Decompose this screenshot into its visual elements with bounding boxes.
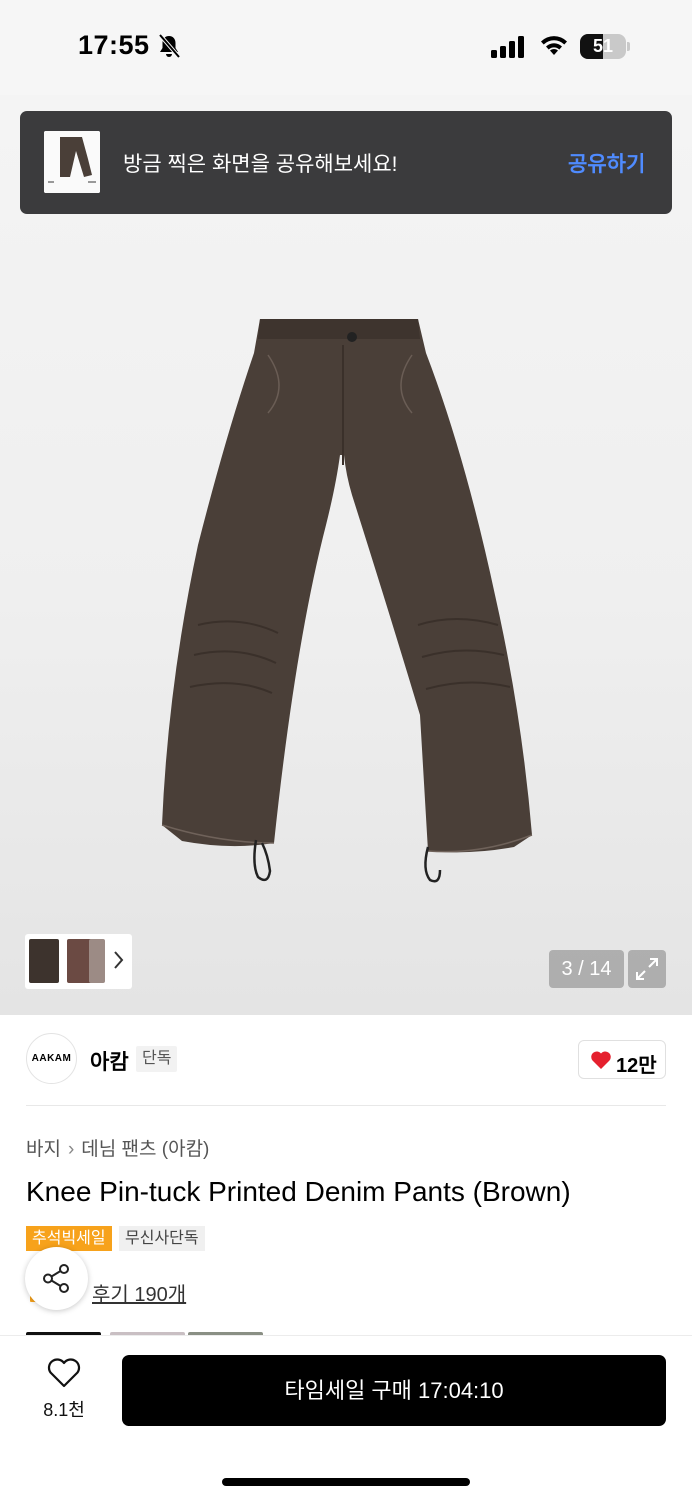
brand-like-button[interactable]: 12만 [578, 1040, 666, 1079]
share-button[interactable] [25, 1247, 88, 1310]
sale-badge: 추석빅세일 [26, 1226, 112, 1251]
buy-button[interactable]: 타임세일 구매 17:04:10 [122, 1355, 666, 1426]
wifi-icon [538, 33, 570, 62]
thumbnail-strip[interactable] [25, 934, 132, 989]
battery-level: 51 [592, 36, 614, 56]
toast-share-button[interactable]: 공유하기 [568, 148, 645, 178]
thumbnail-image[interactable] [89, 939, 105, 983]
battery-icon: 51 [580, 34, 630, 59]
status-time: 17:55 [78, 30, 150, 60]
review-link[interactable]: 후기 190개 [92, 1278, 186, 1307]
product-image [161, 319, 533, 883]
signal-icon [491, 36, 525, 63]
breadcrumb-category[interactable]: 바지 [26, 1139, 61, 1160]
heart-icon[interactable] [47, 1358, 81, 1393]
product-title: Knee Pin-tuck Printed Denim Pants (Brown… [26, 1176, 571, 1207]
heart-icon [590, 1050, 612, 1075]
brand-name[interactable]: 아캄 [90, 1046, 129, 1076]
breadcrumb-subcategory[interactable]: 데님 팬츠 (아캄) [81, 1139, 209, 1160]
screenshot-thumbnail[interactable] [44, 131, 100, 193]
brand-logo[interactable]: AAKAM [26, 1033, 77, 1084]
chevron-right-icon[interactable] [113, 949, 125, 977]
wishlist-count: 8.1천 [43, 1400, 85, 1420]
divider [26, 1105, 666, 1106]
status-bar: 17:55 51 [0, 0, 692, 95]
chevron-right-icon: › [67, 1139, 75, 1160]
product-image-gallery[interactable] [0, 95, 692, 1015]
bell-slash-icon [157, 33, 181, 64]
like-count: 12만 [616, 1055, 657, 1077]
breadcrumb: 바지 › 데님 팬츠 (아캄) [26, 1134, 209, 1161]
share-toast: 방금 찍은 화면을 공유해보세요! 공유하기 [20, 111, 672, 214]
toast-message: 방금 찍은 화면을 공유해보세요! [123, 153, 398, 176]
thumbnail-image[interactable] [29, 939, 59, 983]
expand-icon[interactable] [628, 950, 666, 988]
image-counter: 3 / 14 [549, 950, 624, 988]
exclusive-badge: 무신사단독 [119, 1226, 205, 1251]
share-icon [43, 1264, 69, 1293]
exclusive-badge: 단독 [136, 1046, 178, 1072]
home-indicator [222, 1478, 470, 1486]
